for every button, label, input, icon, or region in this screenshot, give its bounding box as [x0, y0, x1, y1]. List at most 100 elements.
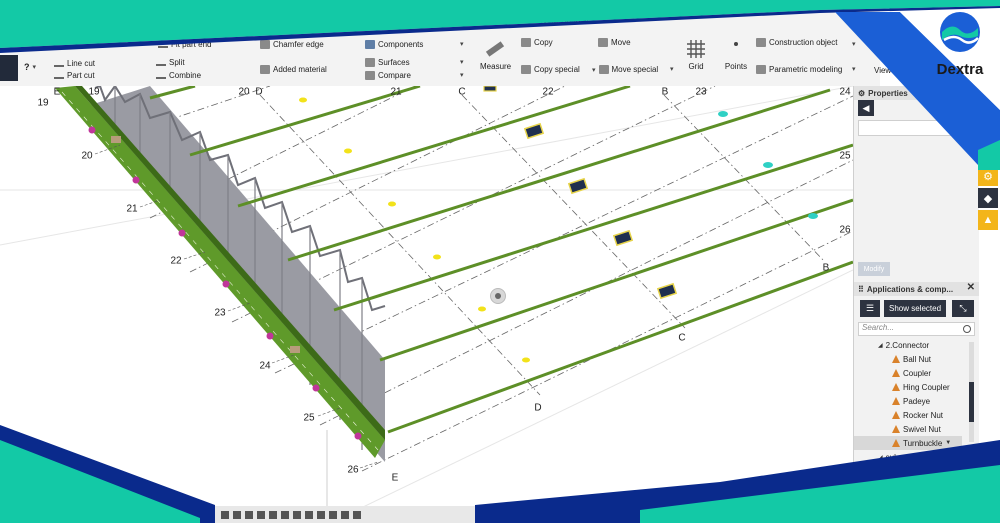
- chamfer-edge-button[interactable]: Chamfer edge: [260, 40, 324, 49]
- parametric-modeling-label: Parametric modeling: [769, 65, 843, 74]
- compare-button[interactable]: Compare: [365, 71, 411, 80]
- snap-icon[interactable]: [341, 510, 349, 519]
- applications-title: Applications & comp...: [866, 284, 954, 294]
- snap-icon[interactable]: [305, 510, 313, 519]
- objects-tool-button[interactable]: ◆: [978, 188, 998, 208]
- snap-icon[interactable]: [269, 510, 277, 519]
- tab-trimble-connect[interactable]: Trimble Connect: [458, 16, 516, 25]
- chamfer-edge-label: Chamfer edge: [273, 40, 324, 49]
- move-special-dropdown[interactable]: ▾: [670, 65, 674, 73]
- parametric-modeling-dropdown[interactable]: ▾: [852, 65, 856, 73]
- combine-button[interactable]: Combine: [156, 71, 201, 80]
- collapse-all-button[interactable]: ⤡: [952, 300, 974, 317]
- line-cut-icon: [54, 60, 64, 67]
- settings-tool-button[interactable]: ⚙: [978, 166, 998, 186]
- move-special-button[interactable]: ▾ Move special: [592, 65, 658, 74]
- tree-scrollbar[interactable]: [969, 342, 974, 442]
- components-tool-button[interactable]: ▲: [978, 210, 998, 230]
- collapse-button[interactable]: ◀: [858, 100, 874, 116]
- fit-part-end-label: Fit part end: [171, 40, 212, 49]
- component-icon: [892, 397, 900, 405]
- snap-icon[interactable]: [281, 510, 289, 519]
- tree-item-coupler[interactable]: Coupler: [854, 366, 970, 380]
- split-button[interactable]: Split: [156, 58, 185, 67]
- applications-icon: ⠿: [858, 284, 864, 294]
- line-cut-button[interactable]: Line cut: [54, 59, 95, 68]
- grid-label-c-top: C: [458, 86, 466, 98]
- component-icon: [892, 355, 900, 363]
- grid-label-e-bottom: E: [391, 472, 399, 484]
- grid-label-23-left: 23: [214, 307, 226, 319]
- tree-folder-connector[interactable]: ◢ 2.Connector: [854, 338, 970, 352]
- grid-label-e-top: E: [53, 86, 61, 98]
- components-button[interactable]: Components: [365, 40, 423, 49]
- expand-triangle-icon: ◢: [878, 342, 883, 349]
- close-icon[interactable]: ✕: [967, 282, 975, 293]
- properties-title: Properties: [868, 88, 908, 98]
- surfaces-label: Surfaces: [378, 58, 410, 67]
- copy-special-label: Copy special: [534, 65, 580, 74]
- grid-label-22-top: 22: [542, 86, 554, 98]
- component-search-input[interactable]: Search...: [858, 322, 975, 336]
- grid-guide-line: [329, 269, 853, 523]
- tree-item-ball-nut[interactable]: Ball Nut: [854, 352, 970, 366]
- tab-rebar-coupler[interactable]: Rebar Coupler: [537, 16, 589, 25]
- move-button[interactable]: Move: [598, 38, 631, 47]
- compare-dropdown[interactable]: ▾: [460, 71, 464, 79]
- show-selected-button[interactable]: Show selected: [884, 300, 946, 317]
- tree-item-swivel-nut[interactable]: Swivel Nut: [854, 422, 970, 436]
- measure-button[interactable]: Measure: [480, 38, 512, 71]
- measure-label: Measure: [480, 62, 512, 71]
- surfaces-dropdown[interactable]: ▾: [460, 58, 464, 66]
- snap-icon[interactable]: [329, 510, 337, 519]
- modify-button[interactable]: Modify: [858, 262, 890, 276]
- snap-icon[interactable]: [233, 510, 241, 519]
- grid-label-19-top: 19: [88, 86, 100, 98]
- points-button[interactable]: Points: [722, 38, 750, 71]
- surfaces-button[interactable]: Surfaces: [365, 58, 410, 67]
- tree-item-hing-coupler[interactable]: Hing Coupler: [854, 380, 970, 394]
- components-dropdown[interactable]: ▾: [460, 40, 464, 48]
- applications-header: ⠿ Applications & comp... ✕: [854, 282, 979, 296]
- snap-icon[interactable]: [317, 510, 325, 519]
- turnbuckles: [483, 86, 678, 300]
- copy-special-icon: [521, 65, 531, 74]
- tree-item-label: 2.Connector: [885, 340, 930, 350]
- combine-label: Combine: [169, 71, 202, 80]
- construction-object-dropdown[interactable]: ▾: [852, 40, 856, 48]
- scrollbar-thumb[interactable]: [969, 382, 974, 422]
- part-cut-button[interactable]: Part cut: [54, 71, 95, 80]
- grid-label-24-right: 24: [839, 86, 851, 98]
- expand-triangle-icon: ◢: [878, 454, 883, 461]
- copy-special-button[interactable]: Copy special: [521, 65, 580, 74]
- snap-icon[interactable]: [245, 510, 253, 519]
- tree-item-rocker-nut[interactable]: Rocker Nut: [854, 408, 970, 422]
- added-material-button[interactable]: Added material: [260, 65, 327, 74]
- snap-icon[interactable]: [293, 510, 301, 519]
- help-button[interactable]: ? ▾: [24, 62, 36, 72]
- grid-button[interactable]: Grid: [684, 38, 708, 71]
- properties-field[interactable]: [858, 120, 977, 136]
- fit-part-end-button[interactable]: Fit part end: [158, 40, 211, 49]
- points-label: Points: [724, 62, 748, 71]
- components-label: Components: [378, 40, 424, 49]
- snap-icon[interactable]: [257, 510, 265, 519]
- parametric-modeling-button[interactable]: Parametric modeling: [756, 65, 842, 74]
- search-placeholder: Search...: [862, 323, 895, 332]
- view-button[interactable]: View lo: [874, 66, 904, 75]
- tree-item-padeye[interactable]: Padeye: [854, 394, 970, 408]
- tree-folder-sub-component[interactable]: ◢ sub component: [854, 450, 970, 464]
- tree-item-turnbuckle[interactable]: Turnbuckle ▼: [854, 436, 962, 450]
- model-drawing: [0, 86, 853, 523]
- list-view-button[interactable]: ☰: [860, 300, 880, 317]
- combine-icon: [156, 72, 166, 79]
- rotation-center-icon[interactable]: [490, 288, 506, 304]
- move-label: Move: [611, 38, 631, 47]
- snap-icon[interactable]: [221, 510, 229, 519]
- side-tool-strip: ⚙ ◆ ▲: [978, 166, 1000, 246]
- construction-object-button[interactable]: Construction object: [756, 38, 837, 47]
- copy-button[interactable]: Copy: [521, 38, 553, 47]
- model-viewport[interactable]: 19 E 19 20 D 21 C 22 B 23 24 25 26 B C D…: [0, 86, 853, 523]
- snap-icon[interactable]: [353, 510, 361, 519]
- gear-icon: ⚙: [983, 170, 993, 183]
